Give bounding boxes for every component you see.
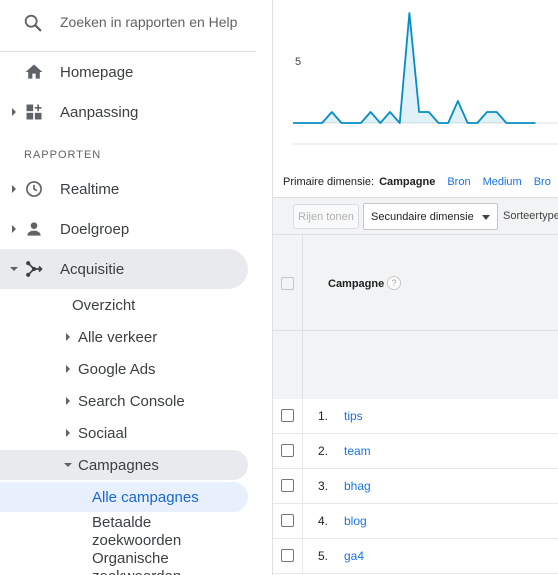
table-row: 4. blog [273,504,558,539]
nav-search-console[interactable]: Search Console [0,386,248,416]
column-divider [302,235,303,331]
nav-alle-campagnes[interactable]: Alle campagnes [0,482,248,512]
nav-alle-verkeer[interactable]: Alle verkeer [0,322,248,352]
table-totals-row [273,331,558,399]
clock-icon [26,181,42,197]
primary-dimension-current: Campagne [379,176,436,188]
table-toolbar: Rijen tonen Secundaire dimensie Sorteert… [273,197,558,235]
secondary-dimension-select[interactable]: Secundaire dimensie [363,203,498,230]
y-tick-label: 5 [295,56,302,68]
row-checkbox[interactable] [281,514,294,527]
row-checkbox[interactable] [281,549,294,562]
table-row: 5. ga4 [273,539,558,574]
select-all-checkbox[interactable] [281,277,294,290]
nav-realtime-label: Realtime [60,180,120,198]
nav-betaalde-label-1: Betaalde [92,514,152,531]
nav-alle-verkeer-label: Alle verkeer [78,328,158,346]
caret-right-icon [12,225,16,233]
nav-organische-label-1: Organische [92,550,169,567]
column-divider [302,434,303,469]
row-checkbox[interactable] [281,479,294,492]
caret-right-icon [66,333,70,341]
campaign-link[interactable]: bhag [344,479,371,493]
search-bar [0,0,256,52]
row-number: 4. [318,514,329,528]
campaign-link[interactable]: ga4 [344,549,364,563]
column-divider [302,399,303,434]
search-input[interactable] [60,10,250,34]
sessions-chart: 5 [273,0,558,150]
row-number: 3. [318,479,329,493]
nav-search-console-label: Search Console [78,392,185,410]
person-icon [27,222,41,236]
table-row: 1. tips [273,399,558,434]
row-number: 2. [318,444,329,458]
column-divider [302,469,303,504]
column-header-campagne[interactable]: Campagne [328,278,384,290]
nav-doelgroep[interactable]: Doelgroep [0,209,248,249]
nav-acquisitie-label: Acquisitie [60,260,125,278]
nav-overzicht-label: Overzicht [72,296,136,314]
caret-right-icon [12,185,16,193]
nav-overzicht[interactable]: Overzicht [0,290,248,320]
nav-aanpassing-label: Aanpassing [60,103,139,121]
home-icon [25,64,43,79]
caret-down-icon [10,267,18,271]
caret-right-icon [66,365,70,373]
campaign-link[interactable]: tips [344,409,363,423]
nav-google-ads-label: Google Ads [78,360,156,378]
acquisition-icon [26,261,43,277]
column-divider [302,331,303,399]
nav-alle-campagnes-label: Alle campagnes [92,488,199,506]
column-divider [302,539,303,574]
dimension-option-medium[interactable]: Medium [483,176,522,188]
column-divider [302,504,303,539]
caret-right-icon [66,429,70,437]
dropdown-arrow-icon [482,215,490,220]
nav-google-ads[interactable]: Google Ads [0,354,248,384]
nav-sociaal-label: Sociaal [78,424,128,442]
table-header: Campagne ? [273,235,558,331]
caret-right-icon [66,397,70,405]
chart-svg [293,12,558,145]
dimension-option-bron-truncated[interactable]: Bro [534,176,551,188]
nav-campagnes[interactable]: Campagnes [0,450,248,480]
dashboard-customize-icon [26,104,42,120]
row-number: 1. [318,409,329,423]
nav-acquisitie[interactable]: Acquisitie [0,249,248,289]
campaign-link[interactable]: blog [344,514,367,528]
show-rows-button[interactable]: Rijen tonen [293,204,359,229]
secondary-dimension-label: Secundaire dimensie [371,210,474,223]
nav-campagnes-label: Campagnes [78,456,159,474]
nav-realtime[interactable]: Realtime [0,169,248,209]
row-checkbox[interactable] [281,444,294,457]
sidebar: Homepage Aanpassing RAPPORTEN Realtime D… [0,0,273,575]
nav-betaalde-label-2: zoekwoorden [92,532,182,549]
search-icon[interactable] [22,12,44,34]
section-label-rapporten: RAPPORTEN [24,149,102,161]
dimension-option-bron[interactable]: Bron [447,176,470,188]
sort-type-label[interactable]: Sorteertype [503,210,558,222]
table-row: 3. bhag [273,469,558,504]
nav-homepage-label: Homepage [60,63,134,81]
row-checkbox[interactable] [281,409,294,422]
nav-betaalde-zoekwoorden[interactable]: Betaalde zoekwoorden [92,514,181,550]
nav-sociaal[interactable]: Sociaal [0,418,248,448]
table-row: 2. team [273,434,558,469]
campaign-link[interactable]: team [344,444,371,458]
nav-aanpassing[interactable]: Aanpassing [0,92,248,132]
caret-down-icon [64,463,72,467]
help-icon[interactable]: ? [387,276,401,290]
dimension-bar: Primaire dimensie: Campagne Bron Medium Bro [283,176,558,188]
nav-doelgroep-label: Doelgroep [60,220,130,238]
main-content: 5 Primaire dimensie: Campagne Bron Medium Br… [273,0,558,575]
row-number: 5. [318,549,329,563]
nav-organische-label-2: zoekwoorden [92,568,181,575]
nav-organische-zoekwoorden[interactable]: Organische zoekwoorden [92,550,181,575]
caret-right-icon [12,108,16,116]
nav-homepage[interactable]: Homepage [0,52,248,92]
primary-dimension-label: Primaire dimensie: [283,176,375,188]
